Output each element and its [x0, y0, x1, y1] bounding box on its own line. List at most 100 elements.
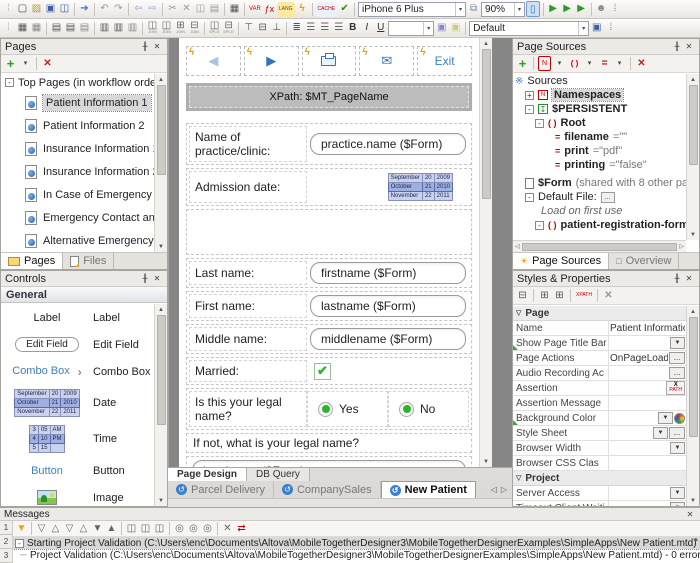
tab-pages[interactable]: Pages	[1, 253, 63, 269]
field-label[interactable]: Middle name:	[189, 327, 307, 351]
copy-all-messages-icon[interactable]: ◫	[139, 521, 152, 536]
collapse-icon[interactable]: -	[15, 539, 24, 548]
prop-browser-css-class[interactable]: Browser CSS Clas	[513, 456, 686, 471]
bold-icon[interactable]: B	[346, 21, 359, 36]
expand-icon[interactable]: +	[525, 91, 534, 100]
control-combo-box[interactable]: Combo Box›Combo Box	[1, 358, 154, 385]
prop-audio-recording[interactable]: Audio Recording Ac...	[513, 366, 686, 381]
paste-icon[interactable]: ▤	[208, 2, 221, 17]
join-cell-below-icon[interactable]: ⊟JOIN	[188, 21, 201, 36]
prev-error-icon[interactable]: △	[77, 521, 90, 536]
email-button[interactable]: ϟ✉	[359, 46, 414, 76]
delete-style-icon[interactable]: ✕	[602, 288, 615, 303]
toolbar-overflow-icon[interactable]: ⁞	[609, 2, 622, 17]
scroll-up-icon[interactable]: ▲	[158, 74, 164, 85]
dropdown-icon[interactable]: ▼	[670, 487, 685, 499]
back-icon[interactable]: ⇦	[132, 2, 145, 17]
control-edit-field[interactable]: Edit FieldEdit Field	[1, 331, 154, 358]
scroll-down-icon[interactable]: ▼	[158, 495, 164, 506]
prev-message-icon[interactable]: △	[49, 521, 62, 536]
field-label[interactable]: First name:	[189, 294, 307, 318]
pin-icon[interactable]: ╂	[671, 274, 683, 283]
back-button[interactable]: ϟ◀	[186, 46, 241, 76]
delete-table-icon[interactable]: ▦	[30, 21, 43, 36]
chevron-down-icon[interactable]: ▾	[514, 3, 521, 16]
control-date[interactable]: September202009 October212010 November22…	[1, 385, 154, 421]
tab-files[interactable]: Files	[63, 253, 114, 269]
field-label[interactable]: Name of practice/clinic:	[189, 126, 307, 162]
cache-icon[interactable]: CACHE	[316, 2, 338, 17]
align-top-icon[interactable]: ⊤	[242, 21, 255, 36]
page-sources-scrollbar[interactable]: ▲ ▼	[686, 74, 699, 240]
page-item[interactable]: Emergency Contact and Me	[1, 206, 154, 229]
scroll-right-icon[interactable]: ▷	[679, 243, 684, 250]
filter-icon[interactable]: ▼	[15, 521, 28, 536]
edit-button[interactable]: ...	[669, 367, 685, 379]
tree-item-load-on-first-use[interactable]: Load on first use	[515, 204, 686, 218]
controls-scrollbar[interactable]: ▲ ▼	[154, 304, 167, 506]
stop-on-error-icon[interactable]: ⇄	[235, 521, 248, 536]
scroll-up-icon[interactable]: ▲	[690, 74, 696, 85]
add-source-icon[interactable]: +	[516, 56, 529, 71]
add-element-dropdown-icon[interactable]: ▾	[583, 56, 596, 71]
doctab-parcel-delivery[interactable]: ↺Parcel Delivery	[168, 481, 274, 498]
page-item[interactable]: Alternative Emergency Cor	[1, 229, 154, 252]
edit-xpath-icon[interactable]: XPATH	[575, 288, 593, 303]
edit-field[interactable]: middlename ($Form)	[310, 328, 466, 350]
color-palette-icon[interactable]	[674, 413, 685, 424]
message-line[interactable]: - Starting Project Validation (C:\Users\…	[13, 537, 700, 549]
copy-message-icon[interactable]: ◫	[125, 521, 138, 536]
xpath-edit-button[interactable]: XPATH	[666, 381, 685, 395]
scroll-down-icon[interactable]: ▼	[158, 241, 164, 252]
prop-background-color[interactable]: Background Color▼	[513, 411, 686, 426]
align-bottom-icon[interactable]: ⊥	[270, 21, 283, 36]
validate-project-icon[interactable]: ✔	[338, 2, 351, 17]
align-right-icon[interactable]: ☰	[332, 21, 345, 36]
join-cell-above-icon[interactable]: ⊞JOIN	[174, 21, 187, 36]
styles-tree-view-icon[interactable]: ⊟	[516, 288, 529, 303]
record-trial-run-icon[interactable]: ☻	[595, 2, 608, 17]
tree-item-sources[interactable]: ※Sources	[515, 74, 686, 88]
control-image[interactable]: Image	[1, 484, 154, 506]
prop-timeout-client[interactable]: Timeout Client Waiti▼	[513, 501, 686, 506]
messages-tab-2[interactable]: 2	[0, 535, 12, 549]
last-message-icon[interactable]: ▼	[91, 521, 104, 536]
add-style-rule-icon[interactable]: ⊞	[538, 288, 551, 303]
tab-overview[interactable]: □Overview	[609, 253, 679, 269]
new-file-icon[interactable]: ▢	[16, 2, 29, 17]
close-icon[interactable]: ✕	[683, 42, 695, 51]
dropdown-icon[interactable]: ▼	[658, 412, 673, 424]
field-label[interactable]: Last name:	[189, 261, 307, 285]
scroll-up-icon[interactable]: ▲	[158, 304, 164, 315]
edit-field[interactable]: practice.name ($Form)	[310, 133, 466, 155]
controls-section-general[interactable]: General	[1, 287, 167, 303]
clear-messages-icon[interactable]: ✕	[221, 521, 234, 536]
forward-button[interactable]: ϟ▶	[244, 46, 299, 76]
save-file-icon[interactable]: ▣	[44, 2, 57, 17]
find-next-icon[interactable]: ◎	[187, 521, 200, 536]
edit-field[interactable]: lastname ($Form)	[310, 295, 466, 317]
insert-table-icon[interactable]: ▦	[16, 21, 29, 36]
edit-field[interactable]: firstname ($Form)	[310, 262, 466, 284]
split-cell-horizontally-icon[interactable]: ◫SPLIT	[208, 21, 221, 36]
tree-item-form[interactable]: $Form(shared with 8 other pag	[515, 176, 686, 190]
join-cell-right-icon[interactable]: ◫JOIN	[160, 21, 173, 36]
delete-column-icon[interactable]: ▥	[126, 21, 139, 36]
font-size-selector[interactable]: ▾	[388, 21, 434, 36]
collapse-icon[interactable]: -	[525, 105, 534, 114]
edit-button[interactable]: ...	[669, 427, 685, 439]
chevron-down-icon[interactable]: ▾	[455, 3, 462, 16]
zoom-selector[interactable]: 90% ▾	[481, 2, 525, 17]
pages-scrollbar[interactable]: ▲ ▼	[154, 74, 167, 252]
scroll-up-icon[interactable]: ▲	[690, 306, 696, 317]
table-borders-icon[interactable]: ≣	[290, 21, 303, 36]
forward-icon[interactable]: ⇨	[146, 2, 159, 17]
cut-icon[interactable]: ✂	[166, 2, 179, 17]
page-item[interactable]: Insurance Information 1	[1, 137, 154, 160]
close-icon[interactable]: ✕	[151, 274, 163, 283]
collapse-icon[interactable]: -	[535, 119, 544, 128]
field-label[interactable]: Married:	[189, 360, 307, 382]
form-row-ifnot[interactable]: If not, what is your legal name?	[186, 433, 472, 453]
append-style-rule-icon[interactable]: ⊞	[553, 288, 566, 303]
add-attribute-dropdown-icon[interactable]: ▾	[613, 56, 626, 71]
